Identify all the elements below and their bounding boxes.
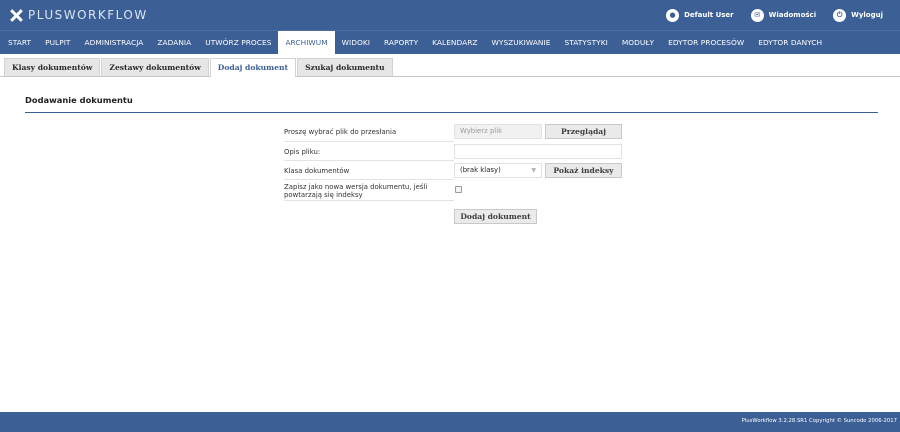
description-input[interactable] <box>454 144 622 159</box>
menu-item-utworz-proces[interactable]: UTWÓRZ PROCES <box>198 31 278 55</box>
page-title: Dodawanie dokumentu <box>25 95 133 105</box>
menu-item-widoki[interactable]: WIDOKI <box>335 31 377 55</box>
user-menu: ● Default User ✉ Wiadomości ⏻ Wyloguj <box>666 0 900 30</box>
top-bar: PLUSWORKFLOW ● Default User ✉ Wiadomości… <box>0 0 900 30</box>
new-version-checkbox[interactable] <box>455 186 462 193</box>
logo-x-icon <box>10 9 23 22</box>
chevron-down-icon: ▼ <box>531 167 536 174</box>
tab-zestawy-dokumentow[interactable]: Zestawy dokumentów <box>101 58 209 76</box>
menu-item-raporty[interactable]: RAPORTY <box>377 31 425 55</box>
add-document-button[interactable]: Dodaj dokument <box>454 209 537 224</box>
main-menu: START PULPIT ADMINISTRACJA ZADANIA UTWÓR… <box>0 30 900 56</box>
menu-item-pulpit[interactable]: PULPIT <box>38 31 77 55</box>
envelope-icon: ✉ <box>750 8 764 22</box>
menu-item-start[interactable]: START <box>0 31 38 55</box>
tab-klasy-dokumentow[interactable]: Klasy dokumentów <box>4 58 101 76</box>
browse-button[interactable]: Przeglądaj <box>545 124 622 139</box>
user-menu-default-user[interactable]: ● Default User <box>666 8 734 22</box>
menu-item-archiwum[interactable]: ARCHIWUM <box>278 31 335 56</box>
power-icon: ⏻ <box>833 8 847 22</box>
menu-item-zadania[interactable]: ZADANIA <box>150 31 198 55</box>
description-label: Opis pliku: <box>284 146 454 161</box>
doc-class-select[interactable]: (brak klasy) ▼ <box>454 163 542 178</box>
menu-item-wyszukiwanie[interactable]: WYSZUKIWANIE <box>485 31 558 55</box>
file-input[interactable]: Wybierz plik <box>454 124 542 139</box>
copyright-text: PlusWorkflow 3.2.28.SR1 Copyright © Sunc… <box>741 418 897 424</box>
footer: PlusWorkflow 3.2.28.SR1 Copyright © Sunc… <box>0 412 900 432</box>
user-name: Default User <box>684 11 734 19</box>
messages-link[interactable]: ✉ Wiadomości <box>750 8 817 22</box>
menu-item-administracja[interactable]: ADMINISTRACJA <box>78 31 151 55</box>
tab-dodaj-dokument[interactable]: Dodaj dokument <box>209 58 297 77</box>
section-divider <box>25 112 878 113</box>
logout-label: Wyloguj <box>851 11 883 19</box>
menu-item-statystyki[interactable]: STATYSTYKI <box>557 31 614 55</box>
menu-item-moduly[interactable]: MODUŁY <box>615 31 661 55</box>
menu-item-edytor-procesow[interactable]: EDYTOR PROCESÓW <box>661 31 751 55</box>
archive-tabs: Klasy dokumentów Zestawy dokumentów Doda… <box>0 54 900 77</box>
logout-link[interactable]: ⏻ Wyloguj <box>833 8 883 22</box>
show-indexes-button[interactable]: Pokaż indeksy <box>545 163 622 178</box>
tab-szukaj-dokumentu[interactable]: Szukaj dokumentu <box>297 58 393 76</box>
menu-item-kalendarz[interactable]: KALENDARZ <box>425 31 484 55</box>
user-icon: ● <box>666 8 680 22</box>
app-logo[interactable]: PLUSWORKFLOW <box>10 7 148 23</box>
logo-text: PLUSWORKFLOW <box>28 8 148 22</box>
messages-label: Wiadomości <box>768 11 817 19</box>
menu-item-edytor-danych[interactable]: EDYTOR DANYCH <box>751 31 829 55</box>
doc-class-value: (brak klasy) <box>460 166 501 174</box>
new-version-label: Zapisz jako nowa wersja dokumentu, jeśli… <box>284 183 454 201</box>
file-label: Proszę wybrać plik do przesłania <box>284 126 454 142</box>
doc-class-label: Klasa dokumentów <box>284 165 454 180</box>
